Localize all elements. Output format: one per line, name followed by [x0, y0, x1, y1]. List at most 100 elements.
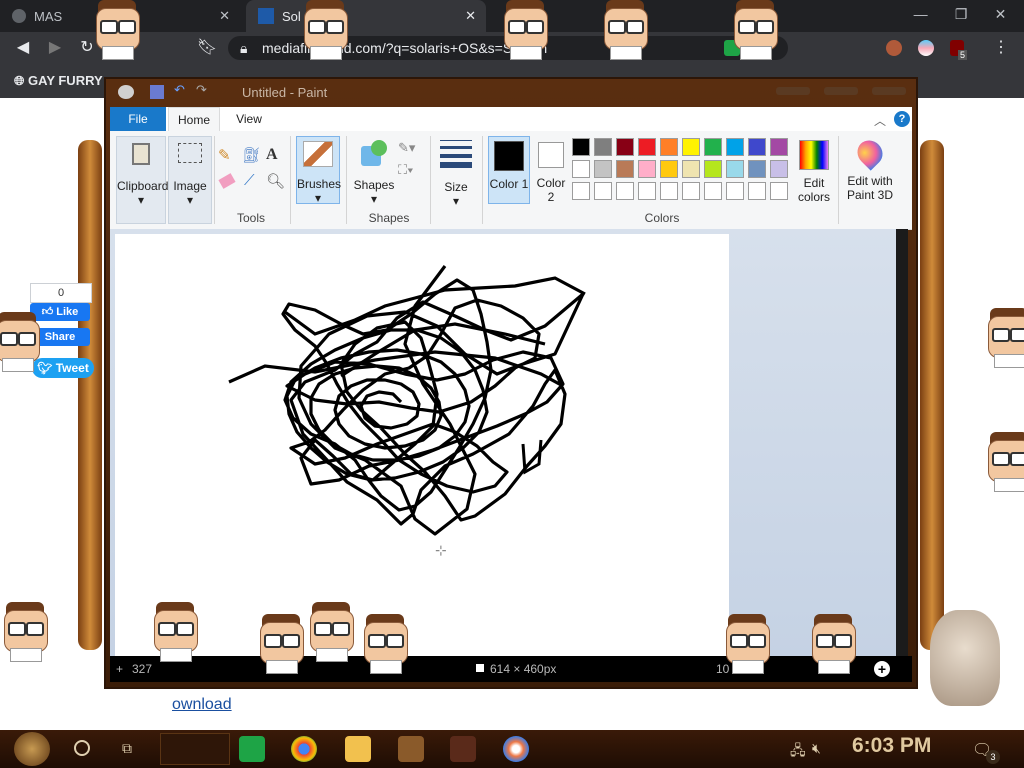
extension-flag-icon[interactable] — [918, 40, 934, 56]
palette-swatch[interactable] — [660, 160, 678, 178]
site-favicon-icon — [258, 8, 274, 24]
color2-button[interactable]: Color 2 — [534, 136, 568, 204]
cartoon-sticker — [256, 614, 304, 674]
shapes-button[interactable]: Shapes ▾ — [352, 138, 396, 206]
drawing-canvas[interactable]: ⊹ — [115, 234, 729, 656]
palette-swatch[interactable] — [682, 182, 700, 200]
palette-swatch[interactable] — [638, 160, 656, 178]
minimize-icon[interactable] — [776, 87, 810, 95]
forward-icon[interactable]: ▶ — [44, 37, 66, 59]
color2-swatch — [538, 142, 564, 168]
palette-swatch[interactable] — [770, 182, 788, 200]
paint3d-icon — [852, 135, 888, 171]
close-tab-icon[interactable]: ✕ — [219, 8, 230, 24]
palette-swatch[interactable] — [594, 182, 612, 200]
palette-swatch[interactable] — [594, 138, 612, 156]
steampunk-pipe-right — [920, 140, 944, 650]
app-icon[interactable] — [450, 736, 476, 762]
palette-swatch[interactable] — [682, 160, 700, 178]
start-button[interactable] — [14, 732, 50, 766]
fill-icon[interactable]: ⛽︎ — [242, 146, 261, 164]
profile-avatar[interactable] — [886, 40, 902, 56]
tab-home[interactable]: Home — [168, 107, 220, 131]
color1-button[interactable]: Color 1 — [488, 136, 530, 204]
taskbar-clock[interactable]: 6:03 PM — [852, 734, 931, 758]
palette-swatch[interactable] — [748, 138, 766, 156]
palette-swatch[interactable] — [748, 182, 766, 200]
palette-swatch[interactable] — [726, 160, 744, 178]
chrome-icon[interactable] — [291, 736, 317, 762]
palette-swatch[interactable] — [770, 138, 788, 156]
text-icon[interactable]: A — [266, 146, 278, 164]
palette-swatch[interactable] — [748, 160, 766, 178]
restore-icon[interactable]: ❐ — [955, 6, 968, 26]
palette-swatch[interactable] — [660, 138, 678, 156]
tab-active[interactable]: Sol ✕ — [246, 0, 486, 32]
magnifier-icon[interactable]: 🔍︎ — [266, 172, 285, 190]
close-icon[interactable] — [872, 87, 906, 95]
edit-paint3d-button[interactable]: Edit with Paint 3D — [842, 135, 898, 206]
undo-icon[interactable]: ↶ — [174, 82, 185, 98]
palette-swatch[interactable] — [638, 138, 656, 156]
fb-like-label: Like — [56, 306, 79, 318]
palette-swatch[interactable] — [616, 182, 634, 200]
help-icon[interactable]: ? — [894, 111, 910, 127]
paint-taskbar-icon[interactable] — [503, 736, 529, 762]
network-icon[interactable]: 🖧︎ — [790, 740, 806, 764]
color-picker-icon[interactable]: ⟋ — [244, 172, 255, 189]
minimize-icon[interactable]: — — [914, 6, 928, 26]
palette-swatch[interactable] — [572, 182, 590, 200]
chevron-down-icon: ▾ — [314, 191, 322, 205]
edit-colors-button[interactable]: Edit colors — [794, 138, 834, 206]
vertical-scrollbar[interactable] — [896, 229, 908, 656]
outline-icon[interactable]: ✎▾ — [398, 140, 415, 156]
file-explorer-icon[interactable] — [345, 736, 371, 762]
palette-swatch[interactable] — [770, 160, 788, 178]
save-icon[interactable] — [150, 85, 164, 99]
sheets-icon[interactable] — [239, 736, 265, 762]
tweet-button[interactable]: 🐦︎ Tweet — [32, 358, 94, 378]
brushes-button[interactable]: Brushes ▾ — [296, 136, 341, 205]
task-view-icon[interactable]: ⧉ — [122, 740, 138, 756]
palette-swatch[interactable] — [704, 138, 722, 156]
bookmark-icon[interactable]: 🔖︎ — [196, 37, 218, 59]
palette-swatch[interactable] — [572, 160, 590, 178]
palette-swatch[interactable] — [704, 182, 722, 200]
menu-icon[interactable]: ⋮ — [990, 37, 1012, 59]
palette-swatch[interactable] — [726, 138, 744, 156]
palette-swatch[interactable] — [616, 138, 634, 156]
close-window-icon[interactable]: ✕ — [995, 6, 1007, 26]
collapse-ribbon-icon[interactable]: ︿ — [874, 112, 886, 129]
close-tab-icon[interactable]: ✕ — [465, 8, 476, 24]
rainbow-icon — [799, 140, 829, 170]
pencil-icon[interactable]: ✎ — [218, 146, 231, 164]
palette-swatch[interactable] — [704, 160, 722, 178]
bookmark-item[interactable]: 🌐︎ GAY FURRY — [14, 73, 103, 89]
tools-group-label: Tools — [236, 211, 265, 225]
tab-view[interactable]: View — [226, 107, 272, 131]
image-button[interactable]: Image ▾ — [168, 136, 212, 224]
palette-swatch[interactable] — [572, 138, 590, 156]
palette-swatch[interactable] — [616, 160, 634, 178]
redo-icon[interactable]: ↷ — [196, 82, 207, 98]
zoom-in-icon[interactable]: + — [874, 661, 890, 677]
taskbar-search[interactable] — [160, 733, 230, 765]
download-link[interactable]: ownload — [172, 696, 232, 714]
select-icon — [178, 143, 202, 163]
palette-swatch[interactable] — [594, 160, 612, 178]
palette-swatch[interactable] — [682, 138, 700, 156]
palette-swatch[interactable] — [660, 182, 678, 200]
volume-muted-icon[interactable]: 🔇︎ — [812, 740, 821, 757]
maximize-icon[interactable] — [824, 87, 858, 95]
size-button[interactable]: Size ▾ — [436, 138, 476, 208]
palette-swatch[interactable] — [638, 182, 656, 200]
back-icon[interactable]: ◀ — [12, 37, 34, 59]
cortana-icon[interactable] — [74, 740, 90, 756]
palette-swatch[interactable] — [726, 182, 744, 200]
tab-file[interactable]: File — [110, 107, 166, 131]
fill-shape-icon[interactable]: ⛶▾ — [398, 162, 413, 178]
hamster-sticker — [930, 610, 1000, 706]
clipboard-button[interactable]: Clipboard ▾ — [116, 136, 168, 224]
canvas-size: 614 × 460px — [490, 662, 557, 676]
app-icon[interactable] — [398, 736, 424, 762]
